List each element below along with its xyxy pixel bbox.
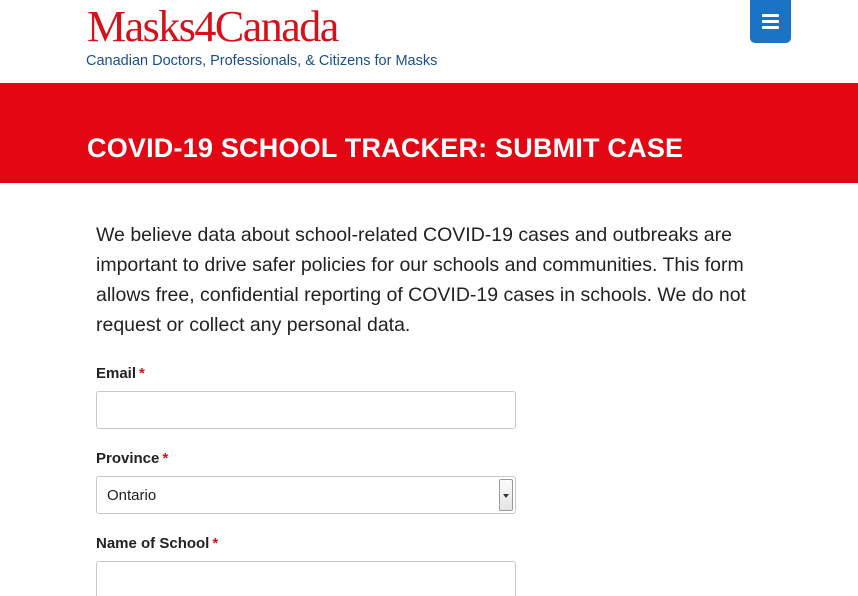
email-label: Email *	[96, 365, 858, 383]
intro-paragraph: We believe data about school-related COV…	[96, 224, 746, 336]
email-field-group: Email *	[96, 365, 858, 429]
province-select[interactable]: Ontario	[96, 476, 516, 514]
hamburger-menu-icon	[762, 14, 779, 29]
chevron-down-icon	[503, 494, 509, 498]
school-name-field[interactable]	[96, 561, 516, 596]
select-arrow-button[interactable]	[499, 479, 513, 511]
required-marker: *	[139, 365, 145, 382]
required-marker: *	[162, 450, 169, 467]
site-tagline: Canadian Doctors, Professionals, & Citiz…	[86, 53, 438, 69]
school-label: Name of School *	[96, 535, 858, 553]
email-field[interactable]	[96, 391, 516, 429]
menu-button[interactable]	[750, 0, 791, 43]
email-label-text: Email	[96, 365, 137, 382]
site-logo[interactable]: Masks4Canada	[87, 2, 339, 52]
school-field-group: Name of School *	[96, 535, 858, 596]
site-header: Masks4Canada Canadian Doctors, Professio…	[0, 0, 858, 83]
school-label-text: Name of School	[96, 535, 210, 552]
page-title: COVID-19 SCHOOL TRACKER: SUBMIT CASE	[87, 133, 684, 163]
province-selected-value: Ontario	[107, 487, 157, 504]
page-banner: COVID-19 SCHOOL TRACKER: SUBMIT CASE	[0, 83, 858, 183]
province-label: Province *	[96, 450, 858, 468]
province-label-text: Province	[96, 450, 160, 467]
main-content: We believe data about school-related COV…	[0, 183, 858, 596]
province-field-group: Province * Ontario	[96, 450, 858, 514]
required-marker: *	[212, 535, 219, 552]
